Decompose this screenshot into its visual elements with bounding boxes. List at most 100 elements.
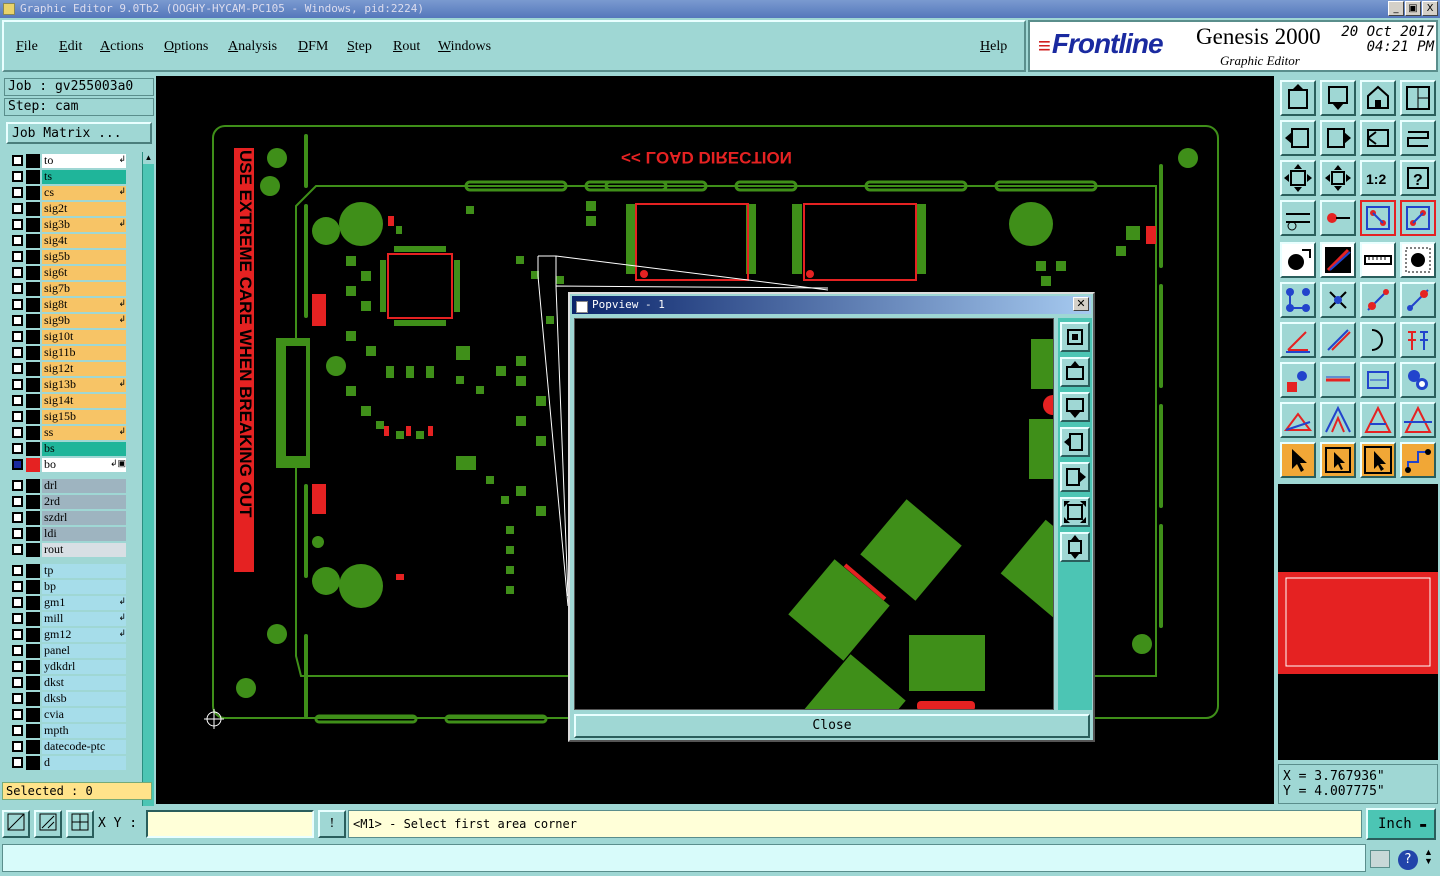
layer-row[interactable]: mpth [8, 724, 128, 738]
layer-row[interactable]: ts [8, 170, 128, 184]
minimize-button[interactable]: _ [1388, 1, 1404, 16]
layer-row[interactable]: sig9b ↲ [8, 314, 128, 328]
layer-row[interactable]: d [8, 756, 128, 770]
layer-name[interactable]: 2rd [42, 495, 126, 509]
layer-row[interactable]: 2rd [8, 495, 128, 509]
layer-name[interactable]: ss [42, 426, 126, 440]
help-icon[interactable]: ? [1398, 850, 1418, 870]
popview-fit-icon[interactable] [1060, 497, 1090, 527]
layer-row[interactable]: datecode-ptc [8, 740, 128, 754]
info-icon[interactable]: ! [318, 810, 346, 838]
mirror-y-icon[interactable] [1400, 120, 1436, 156]
layer-row[interactable]: bs [8, 442, 128, 456]
popview-pan-down-icon[interactable] [1060, 392, 1090, 422]
menu-options[interactable]: Options [164, 39, 208, 55]
layer-checkbox[interactable] [12, 155, 23, 166]
layer-checkbox[interactable] [12, 629, 23, 640]
layer-name[interactable]: mill [42, 612, 126, 626]
route-net-icon[interactable] [1400, 442, 1436, 478]
popview-close-icon[interactable]: ✕ [1073, 297, 1089, 311]
layer-row[interactable]: bo ↲▣ [8, 458, 128, 472]
job-matrix-button[interactable]: Job Matrix ... [6, 122, 152, 144]
layer-row[interactable]: cs ↲ [8, 186, 128, 200]
layer-checkbox[interactable] [12, 315, 23, 326]
layer-checkbox[interactable] [12, 347, 23, 358]
layer-checkbox[interactable] [12, 581, 23, 592]
layer-name[interactable]: sig12t [42, 362, 126, 376]
pad-move-icon[interactable] [1280, 362, 1316, 398]
layer-row[interactable]: sig5b [8, 250, 128, 264]
layer-checkbox[interactable] [12, 171, 23, 182]
layer-name[interactable]: d [42, 756, 126, 770]
layer-row[interactable]: sig12t [8, 362, 128, 376]
select-pad-icon[interactable] [1280, 242, 1316, 278]
status-spinner-icon[interactable]: ▲ ▼ [1424, 848, 1433, 866]
layer-checkbox[interactable] [12, 709, 23, 720]
connect-nodes-icon[interactable] [1280, 282, 1316, 318]
layer-row[interactable]: drl [8, 479, 128, 493]
layer-checkbox[interactable] [12, 645, 23, 656]
menu-analysis[interactable]: Analysis [228, 39, 277, 55]
layer-name[interactable]: sig3b [42, 218, 126, 232]
layer-name[interactable]: dkst [42, 676, 126, 690]
select-line-icon[interactable] [1320, 242, 1356, 278]
layer-name[interactable]: dksb [42, 692, 126, 706]
close-window-button[interactable]: X [1422, 1, 1438, 16]
layer-row[interactable]: gm12 ↲ [8, 628, 128, 642]
layer-checkbox[interactable] [12, 757, 23, 768]
scroll-up-arrow[interactable]: ▲ [143, 152, 154, 164]
layer-row[interactable]: ldi [8, 527, 128, 541]
popview-zoom-icon[interactable] [1060, 322, 1090, 352]
layer-row[interactable]: sig13b ↲ [8, 378, 128, 392]
snap-center-icon[interactable] [66, 810, 94, 838]
layer-name[interactable]: sig8t [42, 298, 126, 312]
snap-edge-icon[interactable] [34, 810, 62, 838]
angle-tool-icon[interactable] [1280, 322, 1316, 358]
layer-checkbox[interactable] [12, 544, 23, 555]
layer-row[interactable]: szdrl [8, 511, 128, 525]
keyboard-icon[interactable] [1370, 850, 1390, 868]
layer-name[interactable]: gm1 [42, 596, 126, 610]
layer-checkbox[interactable] [12, 565, 23, 576]
menu-step[interactable]: Step [347, 39, 372, 55]
window-split-icon[interactable] [1400, 80, 1436, 116]
layer-checkbox[interactable] [12, 677, 23, 688]
restore-button[interactable]: ▣ [1405, 1, 1421, 16]
layer-name[interactable]: szdrl [42, 511, 126, 525]
menu-dfm[interactable]: DFM [298, 39, 328, 55]
menu-edit[interactable]: Edit [59, 39, 82, 55]
dimension-icon[interactable] [1360, 362, 1396, 398]
layer-row[interactable]: dksb [8, 692, 128, 706]
layer-name[interactable]: cvia [42, 708, 126, 722]
layer-row[interactable]: sig3b ↲ [8, 218, 128, 232]
layer-checkbox[interactable] [12, 597, 23, 608]
cross-nodes-icon[interactable] [1320, 282, 1356, 318]
layer-row[interactable]: sig7b [8, 282, 128, 296]
diagonal-link-icon[interactable] [1360, 282, 1396, 318]
layer-name[interactable]: sig2t [42, 202, 126, 216]
popview-center-icon[interactable] [1060, 532, 1090, 562]
diagonal-link-alt-icon[interactable] [1400, 282, 1436, 318]
layer-checkbox[interactable] [12, 512, 23, 523]
layer-name[interactable]: sig15b [42, 410, 126, 424]
layer-name[interactable]: sig10t [42, 330, 126, 344]
layer-row[interactable]: sig4t [8, 234, 128, 248]
layer-row[interactable]: tp [8, 564, 128, 578]
layer-checkbox[interactable] [12, 331, 23, 342]
triangle-apex-icon[interactable] [1320, 402, 1356, 438]
arc-tool-icon[interactable] [1360, 322, 1396, 358]
layer-checkbox[interactable] [12, 613, 23, 624]
triangle-cut-icon[interactable] [1400, 402, 1436, 438]
layer-checkbox[interactable] [12, 741, 23, 752]
layer-row[interactable]: cvia [8, 708, 128, 722]
layer-checkbox[interactable] [12, 395, 23, 406]
layer-row[interactable]: sig8t ↲ [8, 298, 128, 312]
layer-row[interactable]: panel [8, 644, 128, 658]
net-route-icon[interactable] [1400, 200, 1436, 236]
layer-name[interactable]: sig11b [42, 346, 126, 360]
layer-name[interactable]: sig14t [42, 394, 126, 408]
pan-down-icon[interactable] [1320, 80, 1356, 116]
layer-row[interactable]: sig2t [8, 202, 128, 216]
triangle-base-icon[interactable] [1360, 402, 1396, 438]
layer-checkbox[interactable] [12, 496, 23, 507]
